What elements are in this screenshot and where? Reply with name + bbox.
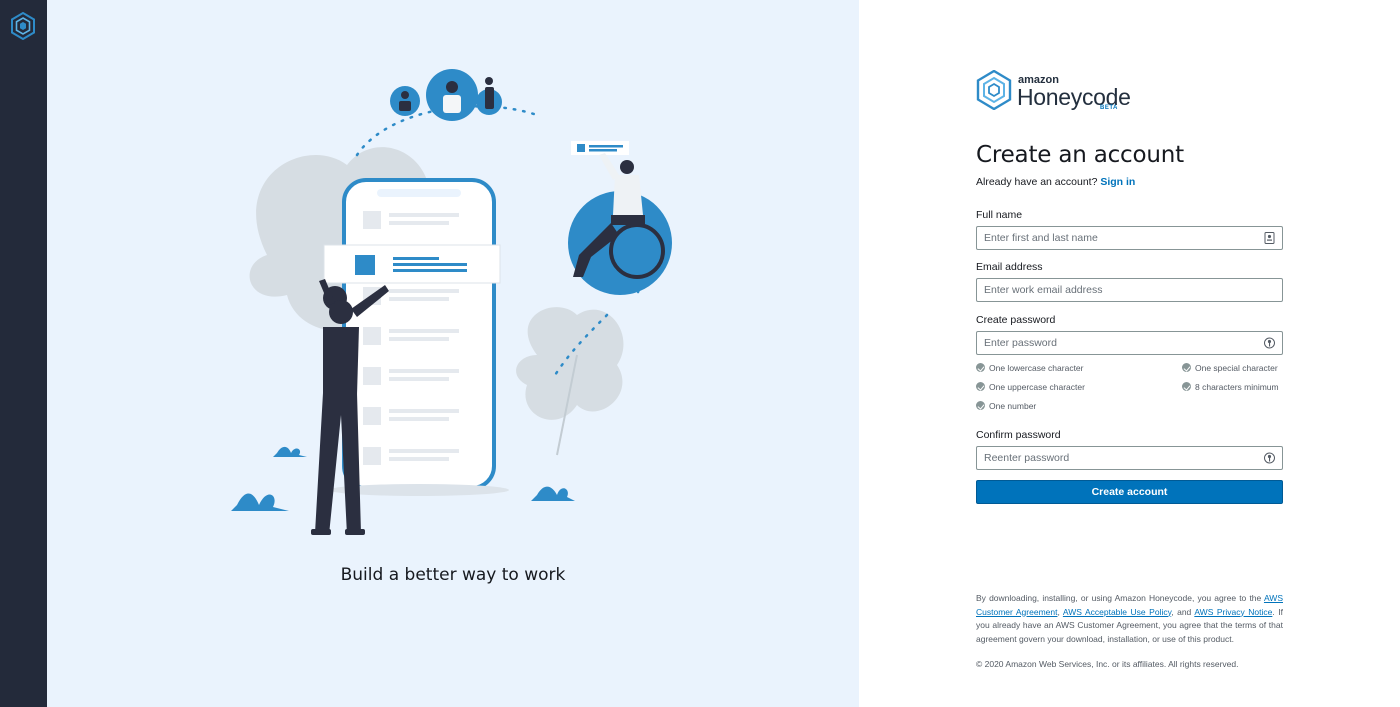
honeycode-brand-logo: amazon Honeycode BETA (976, 70, 1136, 116)
acceptable-use-link[interactable]: AWS Acceptable Use Policy (1063, 607, 1171, 617)
confirm-password-input[interactable] (976, 446, 1283, 470)
signup-panel: amazon Honeycode BETA Create an account … (859, 0, 1400, 707)
password-group: Create password (976, 314, 1283, 355)
honeycode-logo-icon[interactable] (10, 12, 36, 40)
email-label: Email address (976, 261, 1043, 273)
legal-prefix: By downloading, installing, or using Ama… (976, 593, 1262, 603)
privacy-notice-link[interactable]: AWS Privacy Notice (1194, 607, 1272, 617)
brand-beta-badge: BETA (1100, 105, 1118, 111)
password-rule: 8 characters minimum (1182, 382, 1279, 392)
copyright-text: © 2020 Amazon Web Services, Inc. or its … (976, 659, 1239, 669)
check-circle-icon (976, 401, 985, 410)
password-rule-text: One uppercase character (989, 382, 1085, 392)
signin-link[interactable]: Sign in (1100, 176, 1135, 188)
fullname-input[interactable] (976, 226, 1283, 250)
confirm-password-label: Confirm password (976, 429, 1061, 441)
password-rule: One uppercase character (976, 382, 1085, 392)
honeycode-hex-icon (976, 70, 1012, 110)
check-circle-icon (976, 382, 985, 391)
check-circle-icon (1182, 382, 1191, 391)
hero-section: Build a better way to work (47, 0, 859, 707)
page-title: Create an account (976, 142, 1184, 168)
signin-prompt-line: Already have an account? Sign in (976, 176, 1283, 188)
password-rule: One special character (1182, 363, 1278, 373)
create-account-form: Create an account Already have an accoun… (976, 142, 1283, 504)
signin-prompt: Already have an account? (976, 176, 1098, 188)
left-rail (0, 0, 47, 707)
email-group: Email address (976, 261, 1283, 302)
fullname-wrap (976, 226, 1283, 250)
password-key-icon[interactable] (1264, 452, 1275, 464)
check-circle-icon (976, 363, 985, 372)
fullname-group: Full name (976, 209, 1283, 250)
password-rule: One lowercase character (976, 363, 1084, 373)
confirm-password-group: Confirm password (976, 429, 1283, 470)
hero-tagline: Build a better way to work (340, 565, 566, 585)
legal-notice: By downloading, installing, or using Ama… (976, 592, 1283, 646)
contact-card-icon (1264, 232, 1275, 244)
password-key-icon[interactable] (1264, 337, 1275, 349)
password-rule-text: One number (989, 401, 1037, 411)
password-wrap (976, 331, 1283, 355)
password-input[interactable] (976, 331, 1283, 355)
legal-and: , and (1171, 606, 1192, 617)
email-wrap (976, 278, 1283, 302)
password-rule-text: One lowercase character (989, 363, 1084, 373)
password-label: Create password (976, 314, 1056, 326)
fullname-label: Full name (976, 209, 1023, 221)
email-input[interactable] (976, 278, 1283, 302)
hero-illustration (231, 69, 672, 535)
password-rule-text: One special character (1195, 363, 1278, 373)
password-rule-text: 8 characters minimum (1195, 382, 1279, 392)
check-circle-icon (1182, 363, 1191, 372)
confirm-password-wrap (976, 446, 1283, 470)
password-rules: One lowercase character One special char… (976, 363, 1283, 413)
password-rule: One number (976, 401, 1036, 411)
create-account-button[interactable]: Create account (976, 480, 1283, 504)
